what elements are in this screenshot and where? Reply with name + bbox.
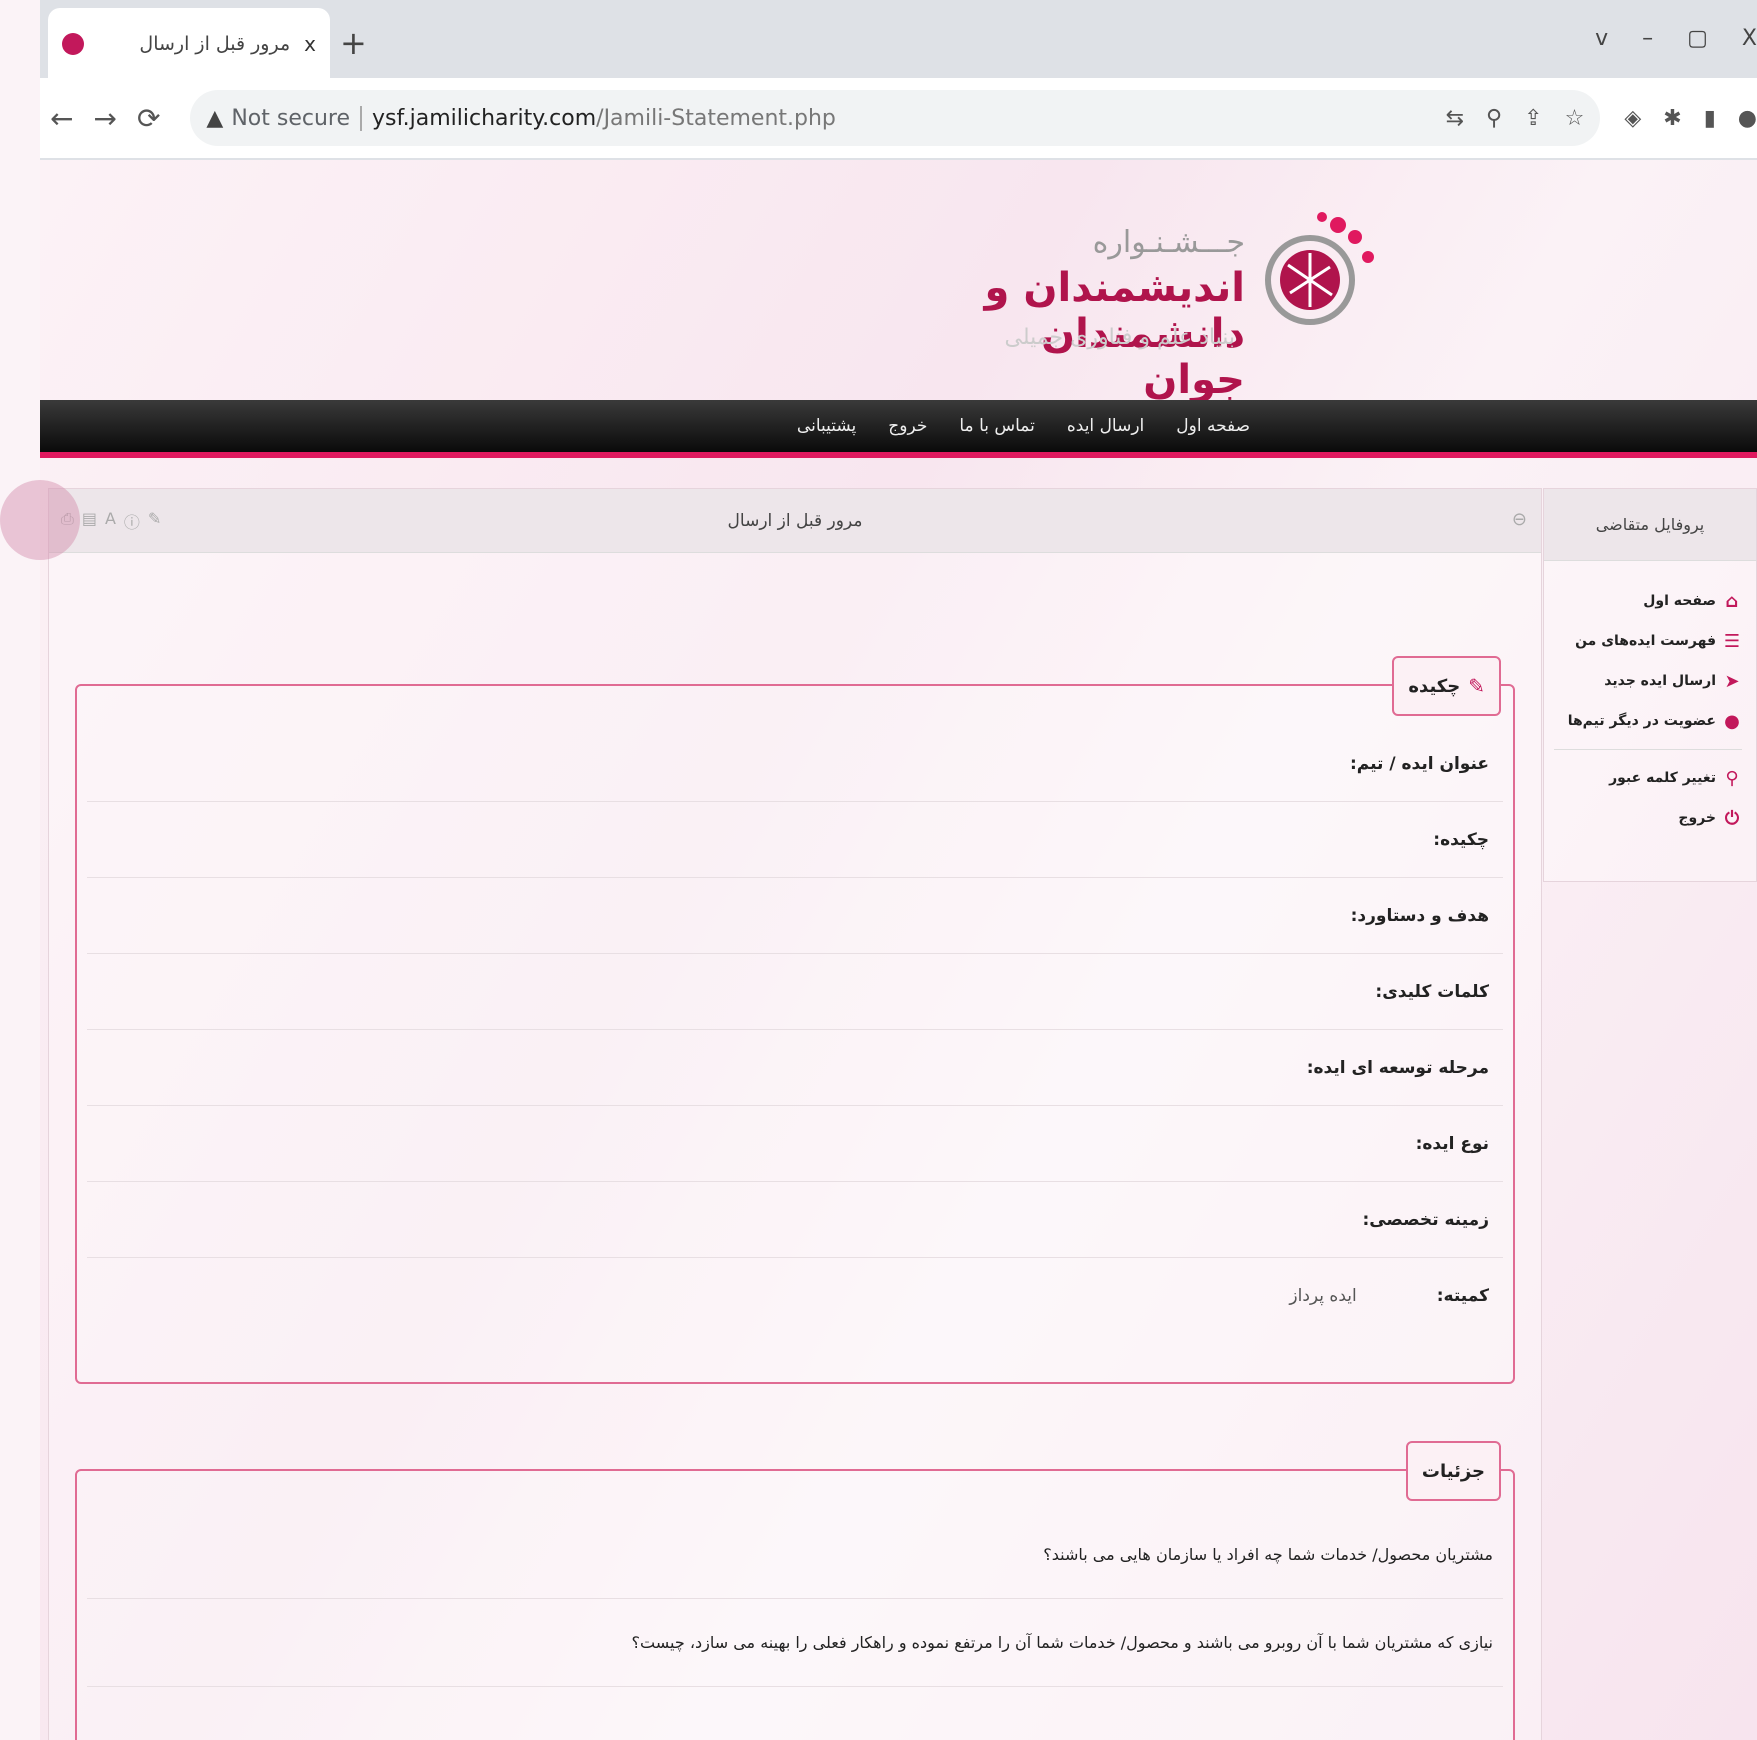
pencil-icon: ✎ bbox=[1468, 674, 1485, 698]
panel-collapse-icon[interactable]: ⊖ bbox=[1512, 509, 1527, 530]
field-row-abstract: چکیده: bbox=[87, 802, 1503, 878]
browser-toolbar: ← → ⟳ ▲ Not secure ysf.jamilicharity.com… bbox=[40, 78, 1757, 158]
logo-foundation-text: بنیاد علم و فناوری جمیلی bbox=[1004, 325, 1235, 350]
details-legend: جزئیات bbox=[1405, 1441, 1501, 1501]
review-panel-title: مرور قبل از ارسال bbox=[727, 510, 863, 531]
back-icon[interactable]: ← bbox=[50, 102, 73, 135]
home-icon: ⌂ bbox=[1725, 590, 1739, 612]
sidebar-item-join-teams[interactable]: ● عضویت در دیگر تیم‌ها bbox=[1554, 701, 1742, 741]
main-menu: صفحه اول ارسال ایده تماس با ما خروج پشتی… bbox=[40, 400, 1757, 458]
sidebar-item-change-password[interactable]: ⚲ تغییر کلمه عبور bbox=[1554, 758, 1742, 798]
favicon-icon bbox=[62, 33, 84, 55]
field-row-stage: مرحله توسعه ای ایده: bbox=[87, 1030, 1503, 1106]
sidebar-divider bbox=[1554, 749, 1742, 750]
list-icon: ☰ bbox=[1723, 630, 1741, 652]
field-label: مرحله توسعه ای ایده: bbox=[1306, 1057, 1489, 1078]
field-row-committee: کمیته: ایده پرداز bbox=[87, 1258, 1503, 1334]
field-label: عنوان ایده / تیم: bbox=[1349, 753, 1489, 774]
minimize-icon[interactable]: – bbox=[1642, 26, 1653, 51]
field-row-title: عنوان ایده / تیم: bbox=[87, 726, 1503, 802]
url-host: ysf.jamilicharity.com bbox=[372, 105, 597, 131]
warning-icon: ▲ bbox=[206, 105, 224, 131]
logo-festival-text: جـــشـنـواره bbox=[1092, 225, 1245, 260]
field-label: زمینه تخصصی: bbox=[1362, 1209, 1489, 1230]
sidebar-item-label: خروج bbox=[1678, 810, 1716, 826]
tab-title: مرور قبل از ارسال bbox=[139, 33, 291, 55]
menu-item-contact[interactable]: تماس با ما bbox=[959, 416, 1035, 436]
side-panel-icon[interactable]: ▮ bbox=[1704, 106, 1716, 131]
document-icon[interactable]: ▤ bbox=[82, 509, 97, 533]
sidebar-item-home[interactable]: ⌂ صفحه اول bbox=[1554, 581, 1742, 621]
address-bar-icons: ⇆ ⚲ ⇪ ☆ bbox=[1446, 106, 1585, 131]
review-panel: ⎙ ▤ A ⓘ ✎ مرور قبل از ارسال ⊖ ✎ چکیده عن… bbox=[48, 488, 1542, 1740]
abstract-legend-label: چکیده bbox=[1408, 675, 1461, 697]
profile-icon[interactable]: ● bbox=[1738, 106, 1757, 131]
field-row-keywords: کلمات کلیدی: bbox=[87, 954, 1503, 1030]
menu-item-submit-idea[interactable]: ارسال ایده bbox=[1067, 416, 1144, 436]
sidebar-title: پروفایل متقاضی bbox=[1544, 489, 1756, 561]
field-row-field: زمینه تخصصی: bbox=[87, 1182, 1503, 1258]
sidebar-item-label: عضویت در دیگر تیم‌ها bbox=[1567, 713, 1716, 729]
zoom-icon[interactable]: ⚲ bbox=[1486, 106, 1502, 131]
field-value: ایده پرداز bbox=[1289, 1286, 1357, 1306]
detail-question: مشتریان محصول/ خدمات شما چه افراد یا ساز… bbox=[87, 1511, 1503, 1599]
abstract-fieldset: ✎ چکیده عنوان ایده / تیم: چکیده: هدف و د… bbox=[75, 656, 1515, 1384]
field-row-goal: هدف و دستاورد: bbox=[87, 878, 1503, 954]
logo-mark-icon bbox=[1265, 212, 1374, 325]
address-bar[interactable]: ▲ Not secure ysf.jamilicharity.com /Jami… bbox=[190, 90, 1601, 146]
review-panel-header: ⎙ ▤ A ⓘ ✎ مرور قبل از ارسال ⊖ bbox=[49, 489, 1541, 553]
extensions-puzzle-icon[interactable]: ✱ bbox=[1663, 106, 1681, 131]
maximize-icon[interactable]: ▢ bbox=[1687, 26, 1708, 51]
reload-icon[interactable]: ⟳ bbox=[137, 102, 160, 135]
menu-item-home[interactable]: صفحه اول bbox=[1176, 416, 1250, 436]
field-label: کمیته: bbox=[1436, 1286, 1489, 1306]
font-size-icon[interactable]: A bbox=[105, 509, 116, 533]
active-tab[interactable]: مرور قبل از ارسال x bbox=[48, 8, 330, 80]
share-icon[interactable]: ⇪ bbox=[1524, 106, 1542, 131]
url-path: /Jamili-Statement.php bbox=[596, 105, 836, 131]
sidebar-item-label: صفحه اول bbox=[1643, 593, 1716, 609]
bookmark-star-icon[interactable]: ☆ bbox=[1565, 106, 1585, 131]
send-icon: ➤ bbox=[1724, 670, 1740, 692]
sidebar-item-label: فهرست ایده‌های من bbox=[1575, 633, 1716, 649]
edit-icon[interactable]: ✎ bbox=[148, 509, 161, 533]
key-icon: ⚲ bbox=[1725, 767, 1739, 789]
sidebar-item-new-idea[interactable]: ➤ ارسال ایده جدید bbox=[1554, 661, 1742, 701]
extension-icons: ◈ ✱ ▮ ● bbox=[1624, 106, 1757, 131]
web-page: جـــشـنـواره اندیشمندان و دانشمندان جوان… bbox=[40, 160, 1757, 1740]
sidebar-item-my-ideas[interactable]: ☰ فهرست ایده‌های من bbox=[1554, 621, 1742, 661]
profile-sidebar: پروفایل متقاضی ⌂ صفحه اول ☰ فهرست ایده‌های… bbox=[1543, 488, 1757, 882]
window-controls: v – ▢ X bbox=[1595, 26, 1757, 51]
tab-close-icon[interactable]: x bbox=[304, 32, 316, 56]
browser-chrome: مرور قبل از ارسال x + v – ▢ X ← → ⟳ ▲ No… bbox=[40, 0, 1757, 160]
tab-search-icon[interactable]: v bbox=[1595, 26, 1608, 51]
field-label: نوع ایده: bbox=[1415, 1133, 1489, 1154]
field-label: هدف و دستاورد: bbox=[1350, 905, 1489, 926]
menu-item-logout[interactable]: خروج bbox=[888, 416, 927, 436]
field-label: چکیده: bbox=[1433, 829, 1489, 850]
details-legend-label: جزئیات bbox=[1421, 1460, 1485, 1482]
sidebar-item-label: تغییر کلمه عبور bbox=[1609, 770, 1716, 786]
abstract-legend: ✎ چکیده bbox=[1392, 656, 1501, 716]
close-window-icon[interactable]: X bbox=[1742, 26, 1757, 51]
security-label: Not secure bbox=[231, 105, 362, 131]
site-logo[interactable]: جـــشـنـواره اندیشمندان و دانشمندان جوان… bbox=[940, 185, 1390, 403]
tab-bar: مرور قبل از ارسال x + v – ▢ X bbox=[40, 8, 1757, 80]
field-label: کلمات کلیدی: bbox=[1375, 981, 1489, 1002]
sidebar-item-logout[interactable]: ⏻ خروج bbox=[1554, 798, 1742, 838]
info-icon[interactable]: ⓘ bbox=[124, 509, 140, 533]
details-fieldset: جزئیات مشتریان محصول/ خدمات شما چه افراد… bbox=[75, 1441, 1515, 1740]
sidebar-item-label: ارسال ایده جدید bbox=[1604, 673, 1716, 689]
user-icon: ● bbox=[1724, 710, 1740, 732]
new-tab-button[interactable]: + bbox=[340, 24, 367, 62]
field-row-type: نوع ایده: bbox=[87, 1106, 1503, 1182]
translate-icon[interactable]: ⇆ bbox=[1446, 106, 1464, 131]
extension-shield-icon[interactable]: ◈ bbox=[1624, 106, 1641, 131]
detail-question: نیازی که مشتریان شما با آن روبرو می باشن… bbox=[87, 1599, 1503, 1687]
menu-item-support[interactable]: پشتیبانی bbox=[797, 416, 856, 436]
power-icon: ⏻ bbox=[1724, 807, 1740, 829]
click-highlight bbox=[0, 480, 80, 560]
forward-icon[interactable]: → bbox=[93, 102, 116, 135]
